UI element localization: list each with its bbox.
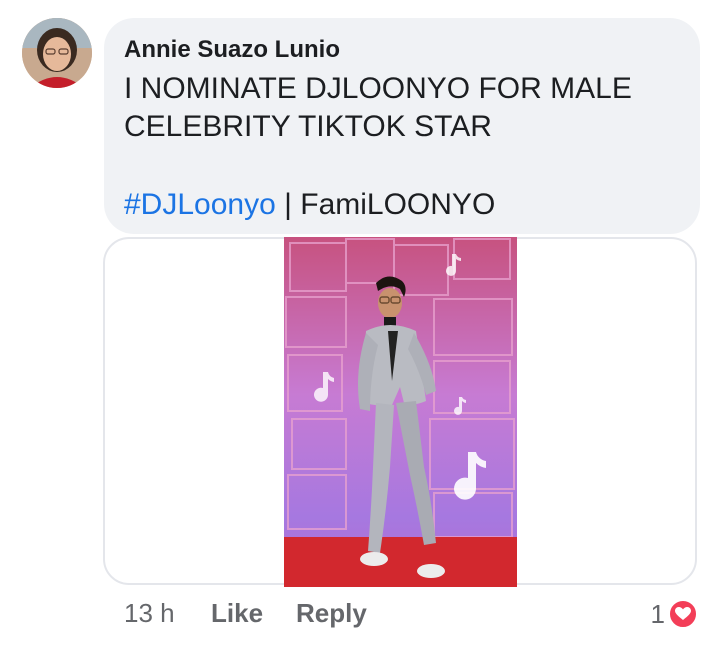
reaction-summary[interactable]: 1 bbox=[651, 597, 698, 631]
reply-button[interactable]: Reply bbox=[296, 598, 367, 629]
like-button[interactable]: Like bbox=[211, 598, 263, 629]
comment-text: I NOMINATE DJLOONYO FOR MALE CELEBRITY T… bbox=[124, 72, 632, 143]
avatar[interactable] bbox=[22, 18, 92, 88]
tag-text: FamiLOONYO bbox=[300, 188, 496, 221]
hashtag-link[interactable]: #DJLoonyo bbox=[124, 188, 276, 221]
heart-icon bbox=[668, 599, 698, 629]
comment-author[interactable]: Annie Suazo Lunio bbox=[124, 36, 340, 64]
photo-image bbox=[284, 237, 517, 587]
reaction-count: 1 bbox=[650, 598, 665, 629]
tag-separator: | bbox=[275, 188, 301, 221]
comment-thread: Annie Suazo Lunio I NOMINATE DJLOONYO FO… bbox=[0, 0, 720, 647]
comment-tags: #DJLoonyo | FamiLOONYO bbox=[124, 186, 495, 224]
comment-timestamp[interactable]: 13 h bbox=[124, 598, 175, 629]
avatar-photo bbox=[22, 18, 92, 88]
attached-photo[interactable] bbox=[284, 237, 517, 587]
